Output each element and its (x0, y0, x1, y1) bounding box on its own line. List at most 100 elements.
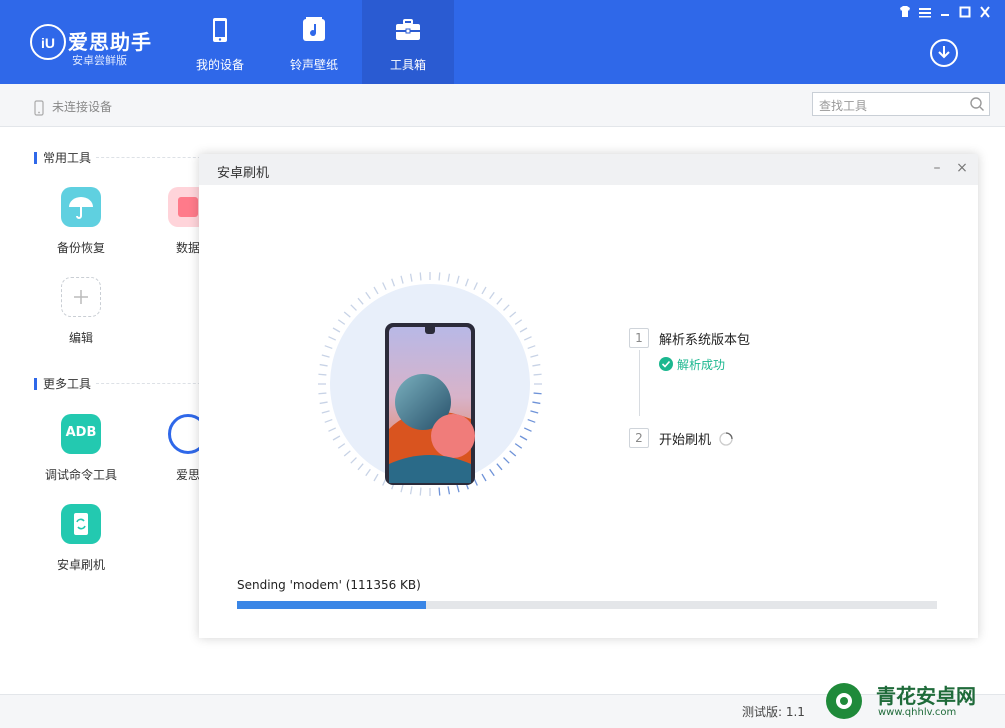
search-icon[interactable] (969, 96, 985, 112)
progress-ring-tick (438, 272, 441, 281)
progress-ring-tick (533, 373, 542, 376)
tool-label: 编辑 (68, 331, 93, 345)
progress-ring-tick (400, 484, 404, 493)
progress-ring-tick (489, 291, 495, 300)
step-number: 2 (629, 428, 649, 448)
tool-edit[interactable]: 编辑 (36, 277, 126, 346)
progress-ring-tick (373, 473, 379, 482)
flash-steps: 1 解析系统版本包 解析成功 2 开始刷机 (629, 326, 829, 456)
android-flash-icon (61, 504, 101, 544)
progress-ring-tick (519, 435, 528, 441)
tool-label: 安卓刷机 (56, 558, 105, 572)
version-label: 测试版: 1.1 (742, 705, 805, 719)
progress-ring-tick (350, 304, 357, 311)
svg-text:iU: iU (41, 35, 55, 51)
close-window-icon[interactable] (977, 6, 993, 20)
progress-ring-tick (447, 486, 451, 495)
progress-ring-tick (409, 486, 413, 495)
progress-ring-tick (357, 463, 364, 471)
watermark-logo-icon (826, 683, 862, 719)
tool-label: 调试命令工具 (44, 468, 117, 482)
tool-label: 备份恢复 (56, 241, 105, 255)
progress-ring-tick (481, 286, 487, 295)
android-flash-dialog: 安卓刷机 – × 1 解析系统版本包 解析成功 2 开始刷机 Sending '… (199, 154, 978, 638)
progress-label: Sending 'modem' (111356 KB) (237, 578, 421, 592)
nav-my-device[interactable]: 我的设备 (174, 0, 266, 84)
progress-ring-tick (419, 272, 422, 281)
app-logo-icon: iU (30, 24, 66, 60)
step-connector (639, 350, 640, 416)
menu-icon[interactable] (917, 6, 933, 20)
progress-ring-tick (319, 363, 328, 367)
progress-ring-tick (419, 487, 422, 496)
progress-ring-tick (523, 336, 532, 341)
app-edition: 安卓尝鲜版 (72, 54, 127, 67)
search-input[interactable]: 查找工具 (812, 92, 990, 116)
progress-ring-tick (527, 418, 536, 423)
progress-ring-tick (382, 282, 387, 291)
progress-ring-tick (456, 484, 460, 493)
progress-ring-tick (527, 345, 536, 350)
progress-ring-tick (343, 311, 351, 318)
nav-label: 工具箱 (389, 58, 426, 72)
nav-toolbox[interactable]: 工具箱 (362, 0, 454, 84)
progress-ring-tick (343, 450, 351, 457)
dialog-header: 安卓刷机 – × (199, 154, 978, 185)
progress-ring-tick (337, 443, 346, 449)
progress-ring-tick (350, 457, 357, 464)
progress-ring-tick (321, 354, 330, 358)
progress-ring-tick (523, 427, 532, 432)
minimize-icon[interactable] (937, 6, 953, 20)
nav-label: 我的设备 (195, 58, 244, 72)
progress-ring-tick (332, 435, 341, 441)
music-icon (299, 16, 329, 46)
adb-icon: ADB (61, 414, 101, 454)
progress-ring-tick (409, 273, 413, 282)
progress-ring-tick (503, 304, 510, 311)
progress-ring-tick (391, 278, 396, 287)
progress-ring-tick (365, 291, 371, 300)
skin-icon[interactable] (897, 6, 913, 20)
maximize-icon[interactable] (957, 6, 973, 20)
dialog-title: 安卓刷机 (217, 166, 270, 181)
progress-ring-tick (365, 468, 371, 477)
device-status: 未连接设备 (34, 98, 112, 116)
progress-ring-tick (532, 401, 541, 405)
progress-ring-tick (473, 282, 478, 291)
progress-ring-tick (530, 410, 539, 414)
nav-label: 铃声壁纸 (289, 58, 338, 72)
watermark-url: www.qhhlv.com (878, 707, 957, 718)
toolbox-icon (393, 16, 423, 46)
dialog-close-icon[interactable]: × (954, 160, 970, 176)
nav-ringtone-wallpaper[interactable]: 铃声壁纸 (268, 0, 360, 84)
progress-ring-tick (509, 450, 517, 457)
search-placeholder: 查找工具 (819, 99, 868, 113)
progress-ring-tick (332, 327, 341, 333)
progress-ring-tick (319, 401, 328, 405)
progress-ring-tick (438, 487, 441, 496)
progress-ring-tick (357, 297, 364, 305)
progress-ring-tick (328, 336, 337, 341)
spinner-icon (719, 432, 733, 446)
progress-ring-tick (503, 457, 510, 464)
tool-android-flash[interactable]: 安卓刷机 (36, 504, 126, 573)
progress-ring-tick (489, 468, 495, 477)
dialog-minimize-icon[interactable]: – (929, 160, 945, 176)
progress-ring-tick (519, 327, 528, 333)
progress-ring-tick (400, 275, 404, 284)
progress-fill (237, 601, 426, 609)
tool-backup-restore[interactable]: 备份恢复 (36, 187, 126, 256)
watermark-title: 青花安卓网 (876, 684, 976, 708)
umbrella-icon (61, 187, 101, 227)
step-label-text: 开始刷机 (659, 433, 712, 448)
progress-ring-tick (328, 427, 337, 432)
device-bar: 未连接设备 查找工具 (0, 84, 1005, 127)
progress-ring-tick (337, 319, 346, 325)
tool-adb[interactable]: ADB 调试命令工具 (36, 414, 126, 483)
download-icon[interactable] (930, 39, 958, 67)
step-label: 解析系统版本包 (659, 333, 751, 348)
section-divider (96, 157, 206, 158)
app-name: 爱思助手 (68, 30, 152, 54)
progress-ring-tick (496, 297, 503, 305)
progress-ring-tick (318, 392, 327, 395)
